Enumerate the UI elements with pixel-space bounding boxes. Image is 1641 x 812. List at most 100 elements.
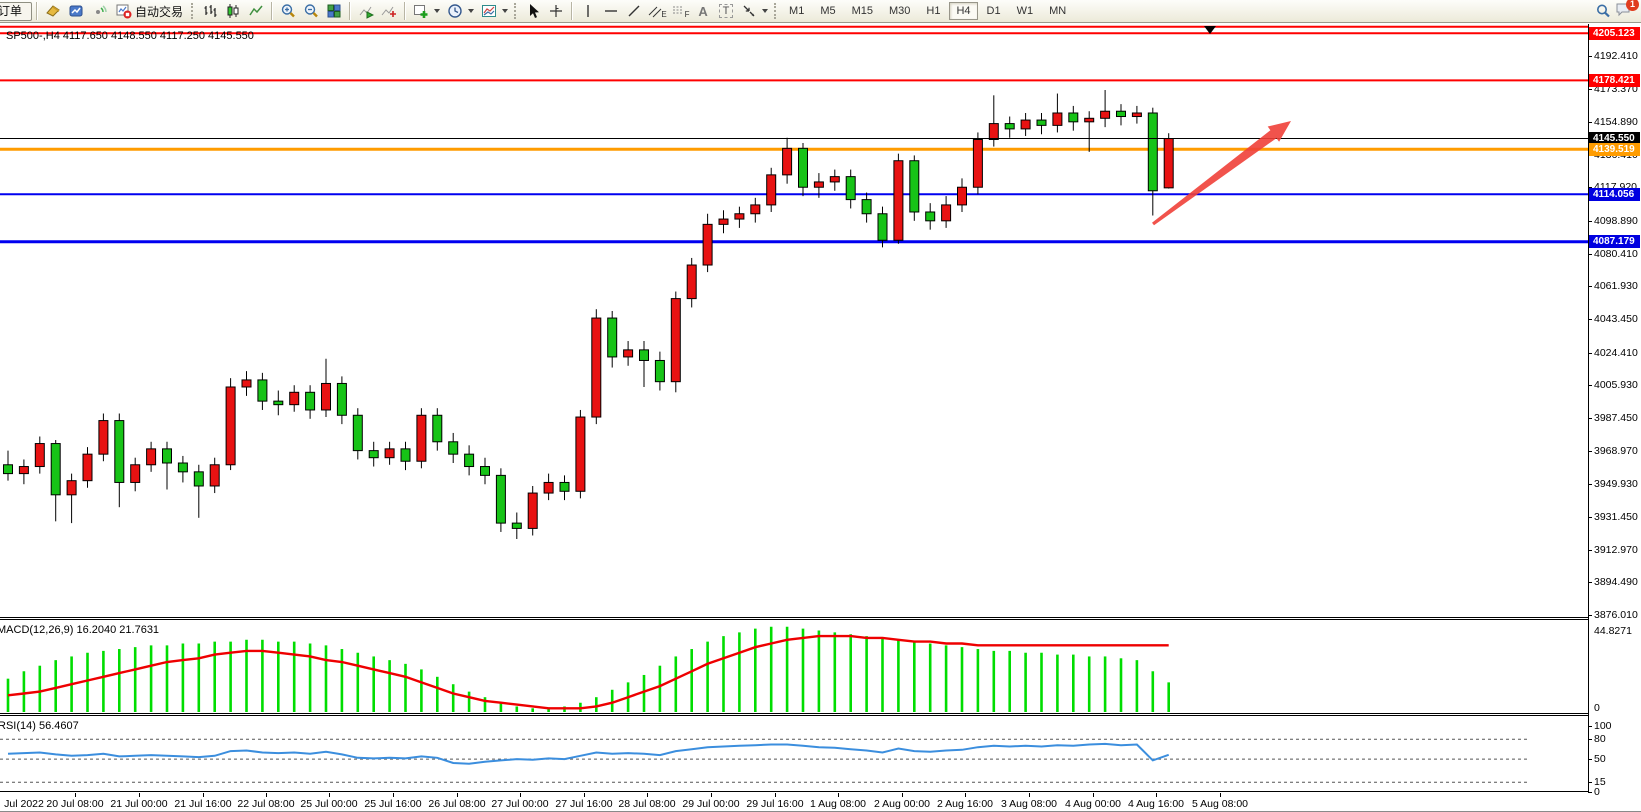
candle-body[interactable] bbox=[1005, 124, 1014, 129]
text-tool-button[interactable]: A bbox=[692, 1, 714, 21]
zoom-out-button[interactable] bbox=[300, 1, 322, 21]
candle-body[interactable] bbox=[989, 124, 998, 140]
auto-scroll-button[interactable] bbox=[355, 1, 377, 21]
candle-body[interactable] bbox=[783, 148, 792, 175]
price-tag[interactable]: 4139.519 bbox=[1589, 143, 1640, 156]
candle-body[interactable] bbox=[51, 444, 60, 495]
new-order-button[interactable]: 订单 bbox=[0, 2, 32, 21]
candle-body[interactable] bbox=[1132, 113, 1141, 117]
price-scale[interactable]: 4192.4104173.3704154.8904136.4104117.920… bbox=[1588, 24, 1641, 793]
candle-body[interactable] bbox=[1164, 139, 1173, 188]
candle-body[interactable] bbox=[337, 383, 346, 415]
candle-body[interactable] bbox=[814, 182, 823, 187]
candle-body[interactable] bbox=[449, 442, 458, 454]
candle-body[interactable] bbox=[274, 401, 283, 405]
candle-body[interactable] bbox=[385, 449, 394, 458]
candle-body[interactable] bbox=[131, 465, 140, 483]
candle-body[interactable] bbox=[512, 523, 521, 528]
candle-body[interactable] bbox=[99, 421, 108, 455]
candle-body[interactable] bbox=[1085, 118, 1094, 122]
timeframe-button-m15[interactable]: M15 bbox=[845, 2, 880, 20]
toolbar-drag-handle[interactable] bbox=[774, 3, 777, 19]
candle-body[interactable] bbox=[258, 380, 267, 401]
macd-pane-canvas[interactable] bbox=[0, 620, 1588, 713]
candle-body[interactable] bbox=[767, 175, 776, 205]
crosshair-tool-button[interactable] bbox=[545, 1, 567, 21]
candle-body[interactable] bbox=[751, 205, 760, 214]
candle-body[interactable] bbox=[1117, 111, 1126, 116]
candle-body[interactable] bbox=[401, 449, 410, 461]
candle-body[interactable] bbox=[544, 482, 553, 493]
candle-body[interactable] bbox=[910, 161, 919, 212]
tile-windows-button[interactable] bbox=[323, 1, 345, 21]
candle-body[interactable] bbox=[465, 454, 474, 466]
candle-body[interactable] bbox=[671, 299, 680, 382]
timeframe-button-d1[interactable]: D1 bbox=[980, 2, 1008, 20]
signal-center-icon[interactable] bbox=[88, 1, 110, 21]
candle-body[interactable] bbox=[846, 177, 855, 200]
candle-body[interactable] bbox=[115, 421, 124, 483]
trendline-tool-button[interactable] bbox=[623, 1, 645, 21]
candle-body[interactable] bbox=[417, 415, 426, 461]
candle-body[interactable] bbox=[624, 350, 633, 357]
candle-body[interactable] bbox=[83, 454, 92, 481]
candle-body[interactable] bbox=[942, 205, 951, 221]
candle-body[interactable] bbox=[878, 214, 887, 241]
candle-body[interactable] bbox=[608, 318, 617, 357]
price-tag[interactable]: 4178.421 bbox=[1589, 74, 1640, 87]
candle-body[interactable] bbox=[147, 449, 156, 465]
chart-shift-button[interactable] bbox=[378, 1, 400, 21]
candle-body[interactable] bbox=[958, 187, 967, 205]
candle-body[interactable] bbox=[799, 148, 808, 187]
rsi-pane-canvas[interactable] bbox=[0, 716, 1588, 791]
candle-body[interactable] bbox=[242, 380, 251, 387]
candle-body[interactable] bbox=[35, 444, 44, 467]
candle-body[interactable] bbox=[178, 463, 187, 472]
candle-body[interactable] bbox=[592, 318, 601, 417]
candle-body[interactable] bbox=[1053, 113, 1062, 125]
candle-body[interactable] bbox=[369, 451, 378, 458]
price-tag[interactable]: 4114.056 bbox=[1589, 188, 1640, 201]
timeframe-button-h1[interactable]: H1 bbox=[919, 2, 947, 20]
cursor-tool-button[interactable] bbox=[522, 1, 544, 21]
candle-body[interactable] bbox=[830, 177, 839, 182]
candle-body[interactable] bbox=[194, 472, 203, 486]
line-chart-type-button[interactable] bbox=[245, 1, 267, 21]
candlestick-chart-type-button[interactable] bbox=[222, 1, 244, 21]
market-watch-icon[interactable] bbox=[65, 1, 87, 21]
periods-button[interactable] bbox=[444, 1, 466, 21]
candle-body[interactable] bbox=[290, 392, 299, 404]
candle-body[interactable] bbox=[322, 383, 331, 410]
toolbar-drag-handle[interactable] bbox=[514, 3, 517, 19]
zoom-in-button[interactable] bbox=[277, 1, 299, 21]
timeframe-button-w1[interactable]: W1 bbox=[1010, 2, 1041, 20]
candle-body[interactable] bbox=[4, 465, 13, 474]
price-tag[interactable]: 4087.179 bbox=[1589, 235, 1640, 248]
horizontal-line-tool-button[interactable] bbox=[600, 1, 622, 21]
main-chart-canvas[interactable] bbox=[0, 24, 1588, 617]
candle-body[interactable] bbox=[433, 415, 442, 442]
candle-body[interactable] bbox=[163, 449, 172, 463]
candle-body[interactable] bbox=[719, 219, 728, 224]
templates-dropdown-arrow[interactable] bbox=[502, 9, 508, 13]
candle-body[interactable] bbox=[735, 214, 744, 219]
periods-dropdown-arrow[interactable] bbox=[468, 9, 474, 13]
new-chart-button[interactable] bbox=[410, 1, 432, 21]
candle-body[interactable] bbox=[528, 493, 537, 528]
candle-body[interactable] bbox=[1021, 120, 1030, 129]
arrows-dropdown-arrow[interactable] bbox=[762, 9, 768, 13]
timeframe-button-m30[interactable]: M30 bbox=[882, 2, 917, 20]
candle-body[interactable] bbox=[560, 482, 569, 491]
candle-body[interactable] bbox=[1069, 113, 1078, 122]
time-axis[interactable]: Jul 202220 Jul 08:0021 Jul 00:0021 Jul 1… bbox=[0, 793, 1588, 812]
autotrading-button[interactable]: 自动交易 bbox=[111, 1, 188, 21]
timeframe-button-m5[interactable]: M5 bbox=[813, 2, 842, 20]
price-tag[interactable]: 4205.123 bbox=[1589, 27, 1640, 40]
candle-body[interactable] bbox=[226, 387, 235, 465]
candle-body[interactable] bbox=[19, 467, 28, 474]
candle-body[interactable] bbox=[973, 140, 982, 188]
candle-body[interactable] bbox=[655, 360, 664, 381]
candle-body[interactable] bbox=[1037, 120, 1046, 125]
candle-body[interactable] bbox=[67, 481, 76, 495]
candle-body[interactable] bbox=[640, 350, 649, 361]
